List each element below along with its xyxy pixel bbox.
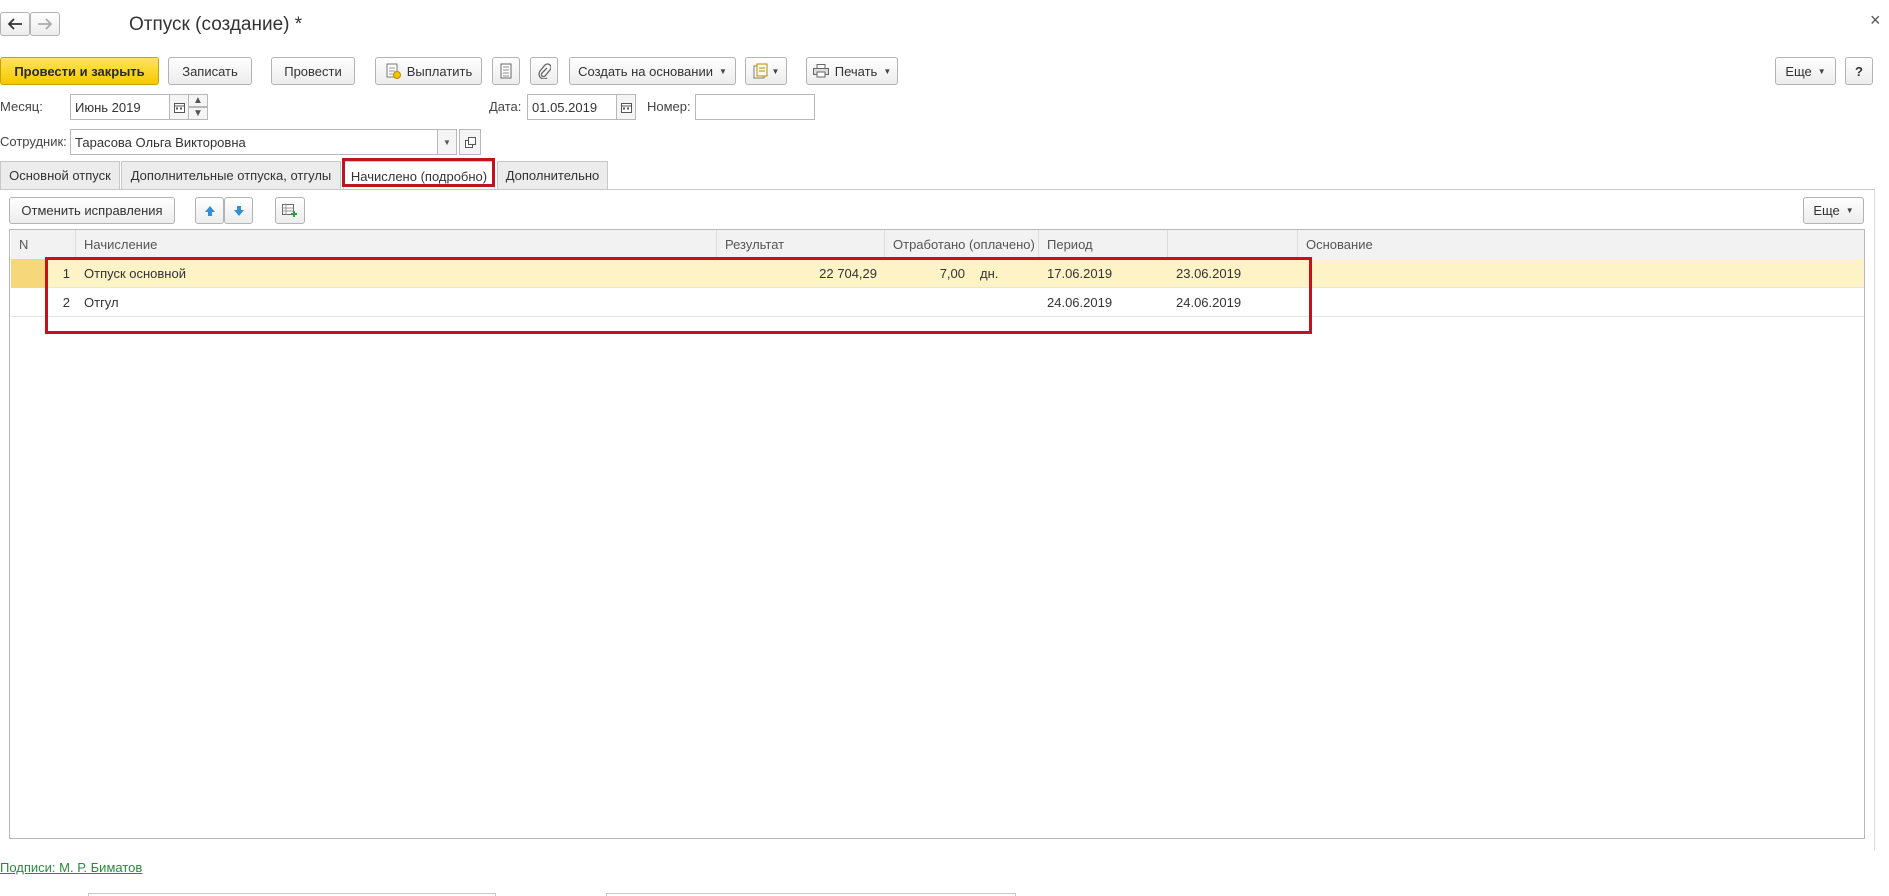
arrow-right-icon	[37, 18, 53, 30]
post-label: Провести	[284, 63, 342, 79]
rows-highlight	[45, 257, 1312, 334]
date-label: Дата:	[489, 99, 522, 114]
tab-label: Дополнительно	[505, 168, 600, 183]
employee-open-button[interactable]	[459, 129, 481, 155]
chevron-down-icon: ▼	[443, 137, 451, 147]
chevron-down-icon: ▼	[718, 66, 727, 76]
column-header-period-end[interactable]	[1168, 230, 1298, 259]
table-add-icon	[282, 203, 298, 218]
column-header-basis[interactable]: Основание	[1298, 230, 1864, 259]
active-tab-highlight	[342, 158, 495, 187]
pay-label: Выплатить	[406, 63, 473, 79]
print-label: Печать	[834, 63, 878, 79]
date-calendar-button[interactable]	[616, 94, 636, 120]
documents-icon	[753, 63, 769, 79]
tab-additional[interactable]: Дополнительно	[497, 161, 608, 189]
tab-additional-vacations[interactable]: Дополнительные отпуска, отгулы	[121, 161, 341, 189]
report-icon	[500, 63, 512, 79]
generate-documents-button[interactable]: ▼	[745, 57, 787, 85]
back-button[interactable]	[0, 12, 30, 36]
month-value: Июнь 2019	[75, 99, 141, 115]
chevron-down-icon: ▼	[1845, 206, 1854, 215]
help-label: ?	[1855, 63, 1863, 79]
forward-button[interactable]	[30, 12, 60, 36]
tab-label: Основной отпуск	[9, 168, 111, 183]
paperclip-icon	[537, 63, 551, 79]
header-label: Период	[1047, 237, 1093, 252]
create-based-on-button[interactable]: Создать на основании ▼	[569, 57, 736, 85]
post-and-close-button[interactable]: Провести и закрыть	[0, 57, 159, 85]
header-label: Начисление	[84, 237, 158, 252]
column-header-period[interactable]: Период	[1039, 230, 1168, 259]
month-calendar-button[interactable]	[169, 94, 189, 120]
arrow-up-icon	[204, 205, 216, 217]
save-button[interactable]: Записать	[168, 57, 252, 85]
pay-button[interactable]: Выплатить	[375, 57, 482, 85]
arrow-down-icon	[233, 205, 245, 217]
signatures-link[interactable]: Подписи: М. Р. Биматов	[0, 860, 142, 875]
report-button[interactable]	[492, 57, 520, 85]
number-field[interactable]	[695, 94, 815, 120]
date-value: 01.05.2019	[532, 99, 598, 115]
close-icon[interactable]: ×	[1870, 10, 1881, 31]
create-based-on-label: Создать на основании	[578, 63, 713, 79]
month-stepper-down[interactable]: ▼	[188, 107, 208, 120]
post-button[interactable]: Провести	[271, 57, 355, 85]
tab-label: Дополнительные отпуска, отгулы	[130, 168, 332, 183]
print-button[interactable]: Печать ▼	[806, 57, 898, 85]
help-button[interactable]: ?	[1845, 57, 1873, 85]
calendar-icon	[173, 102, 185, 113]
column-header-result[interactable]: Результат	[717, 230, 885, 259]
header-label: Результат	[725, 237, 785, 252]
calendar-icon	[620, 102, 632, 113]
cancel-corrections-button[interactable]: Отменить исправления	[9, 197, 175, 224]
column-header-n[interactable]: N	[11, 230, 76, 259]
chevron-down-icon: ▼	[771, 66, 780, 76]
open-form-icon	[464, 136, 476, 148]
pay-document-icon	[385, 63, 401, 79]
printer-icon	[812, 64, 829, 78]
basis-cell[interactable]	[1306, 288, 1856, 317]
chevron-down-icon: ▼	[1817, 66, 1826, 76]
row-selector	[11, 259, 48, 288]
move-up-button[interactable]	[195, 197, 224, 224]
employee-value: Тарасова Ольга Викторовна	[75, 134, 246, 150]
tab-main-vacation[interactable]: Основной отпуск	[0, 161, 120, 189]
arrow-left-icon	[7, 18, 23, 30]
employee-label: Сотрудник:	[0, 134, 67, 149]
column-header-worked[interactable]: Отработано (оплачено)	[885, 230, 1039, 259]
number-label: Номер:	[647, 99, 691, 114]
month-stepper-up[interactable]: ▲	[188, 94, 208, 107]
save-label: Записать	[182, 63, 238, 79]
header-label: Основание	[1306, 237, 1373, 252]
header-label: N	[19, 237, 29, 252]
employee-dropdown-button[interactable]: ▼	[437, 129, 457, 155]
table-more-button[interactable]: Еще ▼	[1803, 197, 1864, 224]
employee-field[interactable]: Тарасова Ольга Викторовна	[70, 129, 438, 155]
more-label: Еще	[1785, 63, 1812, 79]
cancel-corrections-label: Отменить исправления	[21, 203, 163, 218]
table-more-label: Еще	[1813, 203, 1840, 218]
header-label: Отработано (оплачено)	[893, 237, 1035, 252]
add-row-button[interactable]	[275, 197, 305, 224]
date-field[interactable]: 01.05.2019	[527, 94, 617, 120]
month-field[interactable]: Июнь 2019	[70, 94, 170, 120]
window-title: Отпуск (создание) *	[129, 14, 303, 35]
month-label: Месяц:	[0, 99, 43, 114]
column-header-accrual[interactable]: Начисление	[76, 230, 717, 259]
basis-cell[interactable]	[1306, 259, 1856, 288]
post-and-close-label: Провести и закрыть	[14, 63, 145, 79]
chevron-down-icon: ▼	[883, 66, 892, 76]
more-button[interactable]: Еще ▼	[1775, 57, 1836, 85]
move-down-button[interactable]	[224, 197, 253, 224]
attach-button[interactable]	[530, 57, 558, 85]
